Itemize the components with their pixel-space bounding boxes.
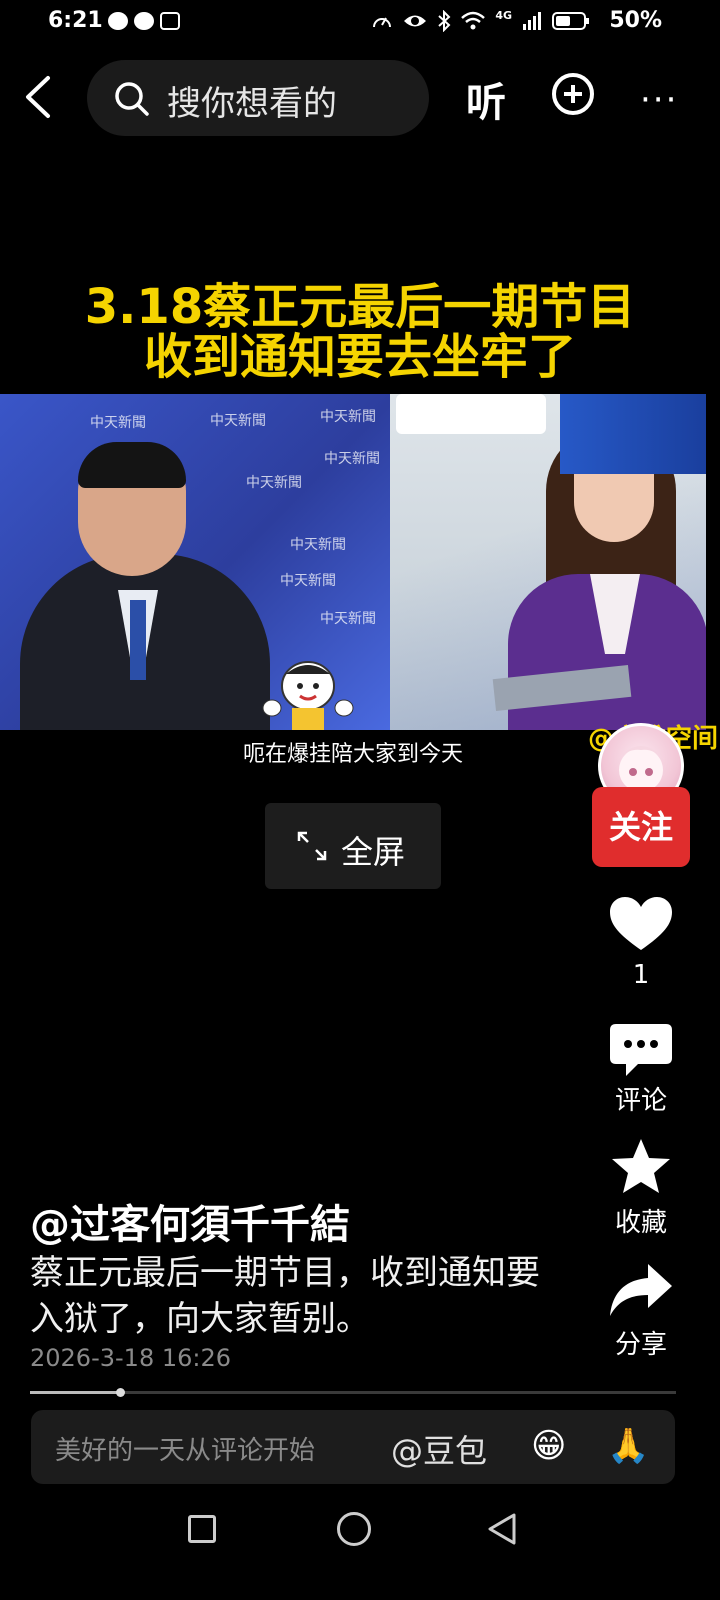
studio-sign xyxy=(396,394,546,434)
author-name[interactable]: @过客何須千千結 xyxy=(30,1192,350,1250)
share-icon[interactable] xyxy=(608,1262,674,1318)
comment-input[interactable]: 美好的一天从评论开始 @豆包 😁 🙏 xyxy=(31,1410,675,1484)
video-title-line2: 收到通知要去坐牢了 xyxy=(143,329,576,385)
status-time: 6:21 xyxy=(48,8,103,33)
search-placeholder: 搜你想看的 xyxy=(167,84,337,124)
video-title: 3.18蔡正元最后一期节目 收到通知要去坐牢了 xyxy=(0,282,720,382)
video-progress-fill xyxy=(30,1391,120,1394)
video-progress-track[interactable] xyxy=(30,1391,676,1394)
more-icon[interactable]: ··· xyxy=(640,80,678,120)
network-type: 4G xyxy=(495,8,512,22)
battery-percent: 50% xyxy=(609,8,662,33)
message-icon xyxy=(134,12,154,30)
guest-tie xyxy=(130,600,146,680)
share-label: 分享 xyxy=(614,1330,667,1360)
channel-watermark: 中天新聞 xyxy=(324,451,380,467)
search-icon xyxy=(115,82,149,116)
comment-label: 评论 xyxy=(614,1086,667,1116)
comment-placeholder: 美好的一天从评论开始 xyxy=(55,1436,316,1466)
follow-button[interactable]: 关注 xyxy=(592,787,690,867)
expand-icon xyxy=(297,831,327,861)
wifi-icon xyxy=(461,11,486,30)
search-input[interactable]: 搜你想看的 xyxy=(87,60,429,136)
video-title-line1: 3.18蔡正元最后一期节目 xyxy=(84,279,636,335)
guest-hair xyxy=(78,442,186,488)
status-icons: 4G xyxy=(371,8,590,32)
video-progress-handle[interactable] xyxy=(116,1388,125,1397)
post-date: 2026-3-18 16:26 xyxy=(30,1344,231,1372)
comment-icon[interactable] xyxy=(608,1022,674,1078)
mention-doubao-button[interactable]: @豆包 xyxy=(391,1426,487,1472)
back-icon[interactable] xyxy=(18,72,62,122)
eye-icon xyxy=(404,15,427,27)
status-bar: 6:21 4G 50% xyxy=(0,0,720,46)
fullscreen-label: 全屏 xyxy=(341,833,406,871)
battery-icon xyxy=(552,12,589,30)
channel-watermark: 中天新聞 xyxy=(210,413,266,429)
recents-button[interactable] xyxy=(188,1515,216,1543)
channel-watermark: 中天新聞 xyxy=(290,537,346,553)
studio-banner xyxy=(560,394,706,474)
signal-icon xyxy=(523,12,541,30)
collect-label: 收藏 xyxy=(614,1208,667,1238)
grin-emoji-button[interactable]: 😁 xyxy=(531,1426,566,1466)
pray-emoji-button[interactable]: 🙏 xyxy=(607,1426,649,1466)
bluetooth-icon xyxy=(438,10,451,32)
channel-watermark: 中天新聞 xyxy=(320,409,376,425)
notification-icons xyxy=(108,12,180,30)
heart-icon[interactable] xyxy=(608,896,674,952)
channel-watermark: 中天新聞 xyxy=(320,611,376,627)
channel-watermark: 中天新聞 xyxy=(280,573,336,589)
speed-icon xyxy=(373,17,392,28)
fullscreen-button[interactable]: 全屏 xyxy=(265,803,441,889)
listen-button[interactable]: 听 xyxy=(466,70,506,128)
channel-watermark: 中天新聞 xyxy=(246,475,302,491)
add-icon[interactable] xyxy=(552,73,594,115)
app-notification-icon xyxy=(160,12,180,30)
home-button[interactable] xyxy=(337,1512,371,1546)
wechat-icon xyxy=(108,12,128,30)
back-nav-icon[interactable] xyxy=(486,1512,518,1546)
channel-watermark: 中天新聞 xyxy=(90,415,146,431)
post-description: 蔡正元最后一期节目，收到通知要入狱了，向大家暂别。 xyxy=(30,1253,540,1339)
like-count: 1 xyxy=(632,960,650,990)
star-icon[interactable] xyxy=(608,1138,674,1194)
mascot-sticker xyxy=(262,661,354,730)
